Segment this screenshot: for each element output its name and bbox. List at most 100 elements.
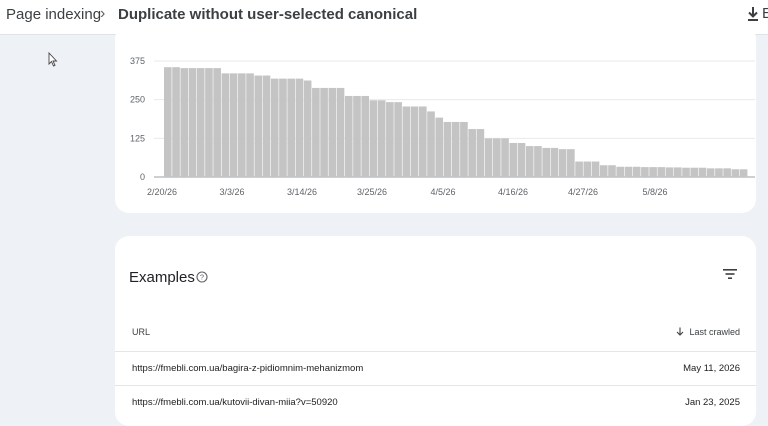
chart-bar[interactable]	[410, 106, 419, 177]
column-header-url[interactable]: URL	[132, 327, 150, 337]
chart-bar[interactable]	[443, 121, 452, 177]
chart-bar[interactable]	[723, 168, 731, 177]
chart-bar[interactable]	[320, 87, 328, 177]
chart-bar[interactable]	[525, 146, 534, 177]
chart-bar[interactable]	[641, 167, 649, 177]
chart-bar[interactable]	[435, 117, 444, 177]
chart-bar[interactable]	[312, 87, 320, 177]
help-icon[interactable]: ?	[196, 271, 208, 283]
chart-bar[interactable]	[451, 121, 460, 177]
bar-chart: 0 125 250 375 2/20/26 3/3/26 3/14/26 3/25/26 4/…	[130, 56, 755, 197]
chart-bar[interactable]	[468, 129, 476, 177]
chart-bar[interactable]	[534, 146, 542, 177]
chart-bar[interactable]	[287, 78, 296, 177]
chart-bar[interactable]	[583, 161, 592, 177]
svg-text:?: ?	[200, 273, 204, 282]
row-url[interactable]: https://fmebli.com.ua/kutovii-divan-miia…	[132, 397, 338, 408]
x-tick-label: 2/20/26	[147, 187, 177, 197]
chart-bar[interactable]	[476, 129, 485, 177]
chart-bar[interactable]	[394, 102, 402, 177]
chart-bar[interactable]	[172, 67, 180, 177]
breadcrumb-page-indexing[interactable]: Page indexing	[6, 6, 101, 23]
chart-bar[interactable]	[377, 100, 386, 177]
examples-title: Examples	[129, 269, 195, 286]
chart-bar[interactable]	[608, 165, 616, 177]
chart-bar[interactable]	[591, 161, 600, 177]
chart-bar[interactable]	[221, 73, 230, 177]
chart-bar[interactable]	[673, 167, 682, 177]
chart-bar[interactable]	[402, 106, 411, 177]
chart-bar[interactable]	[369, 100, 378, 177]
chart-bar[interactable]	[427, 111, 435, 177]
chart-bar[interactable]	[739, 169, 748, 177]
chart-bar[interactable]	[484, 138, 493, 177]
download-icon	[748, 7, 758, 21]
chart-bar[interactable]	[270, 78, 279, 177]
row-last-crawled: May 11, 2026	[683, 363, 740, 374]
x-tick-label: 3/3/26	[219, 187, 244, 197]
chart-bar[interactable]	[336, 87, 345, 177]
y-tick-label: 125	[130, 133, 145, 143]
chart-bar[interactable]	[196, 68, 205, 177]
chart-card: 0 125 250 375 2/20/26 3/3/26 3/14/26 3/25/26 4/…	[115, 25, 756, 213]
table-row[interactable]: https://fmebli.com.ua/kutovii-divan-miia…	[115, 385, 756, 419]
column-header-last-crawled[interactable]: Last crawled	[676, 327, 740, 337]
chart-bar[interactable]	[180, 68, 189, 177]
chart-bar[interactable]	[649, 167, 657, 177]
chart-bar[interactable]	[567, 149, 575, 177]
last-crawled-label: Last crawled	[689, 327, 740, 337]
chart-bar[interactable]	[665, 167, 674, 177]
chart-bar[interactable]	[328, 87, 337, 177]
chart-bar[interactable]	[344, 95, 353, 177]
chart-bar[interactable]	[279, 78, 287, 177]
x-tick-label: 4/5/26	[430, 187, 455, 197]
chart-bar[interactable]	[706, 168, 715, 177]
x-tick-label: 3/14/26	[287, 187, 317, 197]
chart-bar[interactable]	[558, 149, 567, 177]
chart-bar[interactable]	[205, 68, 213, 177]
chart-bar[interactable]	[517, 142, 526, 177]
chart-bar[interactable]	[731, 169, 740, 177]
chart-bar[interactable]	[262, 75, 271, 177]
chart-bar[interactable]	[575, 161, 583, 177]
download-button[interactable]	[744, 4, 762, 24]
chart-bar[interactable]	[229, 73, 238, 177]
chart-bar[interactable]	[493, 138, 501, 177]
x-tick-label: 3/25/26	[357, 187, 387, 197]
chart-bar[interactable]	[386, 102, 394, 177]
chart-bar[interactable]	[353, 95, 361, 177]
x-tick-label: 4/16/26	[498, 187, 528, 197]
chart-bar[interactable]	[616, 166, 625, 177]
filter-icon[interactable]	[722, 267, 738, 281]
chart-bar[interactable]	[501, 138, 509, 177]
chart-bar[interactable]	[599, 165, 608, 177]
arrow-down-icon	[677, 327, 684, 336]
chart-bar[interactable]	[624, 166, 633, 177]
chart-bar[interactable]	[542, 147, 550, 177]
y-tick-label: 0	[140, 172, 145, 182]
row-url[interactable]: https://fmebli.com.ua/bagira-z-pidiomnim…	[132, 363, 363, 374]
chart-bar[interactable]	[213, 68, 221, 177]
table-row[interactable]: https://fmebli.com.ua/bagira-z-pidiomnim…	[115, 351, 756, 385]
chart-bar[interactable]	[295, 78, 304, 177]
chart-bar[interactable]	[509, 142, 518, 177]
export-label-fragment[interactable]: E	[762, 5, 768, 22]
chart-bar[interactable]	[188, 68, 197, 177]
y-tick-label: 250	[130, 95, 145, 105]
chart-bar[interactable]	[690, 167, 699, 177]
chart-bar[interactable]	[418, 106, 427, 177]
chart-bar[interactable]	[657, 167, 666, 177]
chart-bar[interactable]	[698, 167, 707, 177]
chart-bar[interactable]	[361, 95, 370, 177]
chart-bar[interactable]	[682, 167, 690, 177]
chart-bar[interactable]	[460, 121, 468, 177]
chart-bar[interactable]	[632, 166, 641, 177]
chart-bar[interactable]	[164, 67, 172, 177]
chart-bar[interactable]	[254, 75, 263, 177]
chart-bar[interactable]	[550, 147, 559, 177]
page-title: Duplicate without user-selected canonica…	[118, 6, 418, 23]
chart-bar[interactable]	[246, 73, 254, 177]
chart-bar[interactable]	[238, 73, 246, 177]
chart-bar[interactable]	[303, 80, 312, 177]
chart-bar[interactable]	[715, 168, 723, 177]
